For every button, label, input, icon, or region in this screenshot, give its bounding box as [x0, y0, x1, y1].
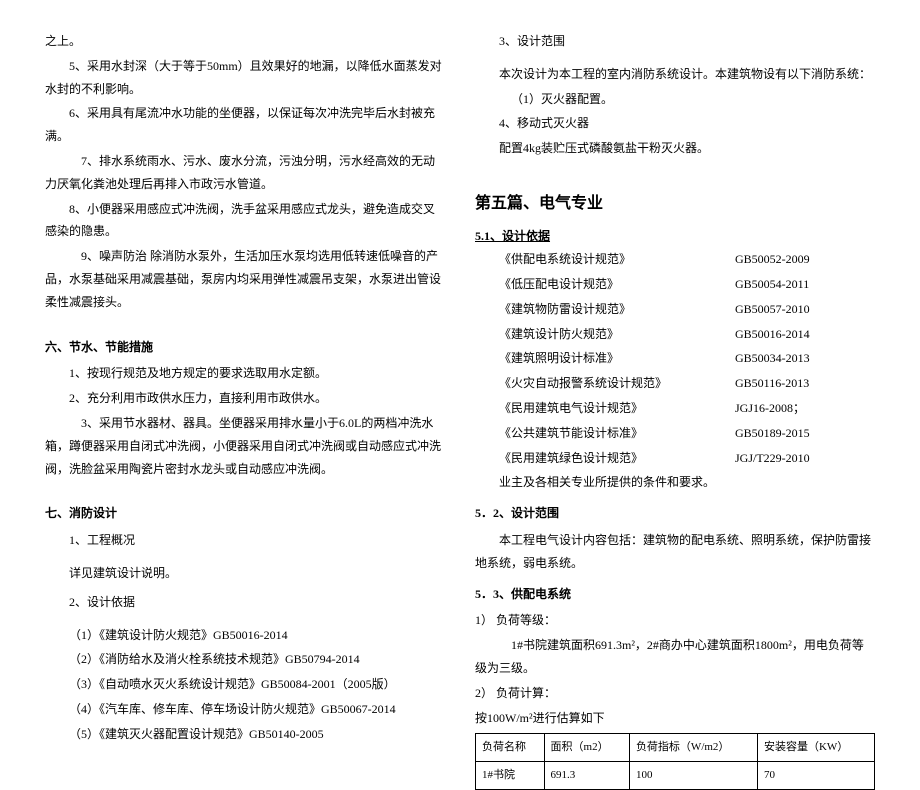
spec-row: 《低压配电设计规范》 GB50054-2011 [475, 273, 875, 296]
table-header: 面积（m2） [544, 734, 629, 762]
spec-line: （2）《消防给水及消火栓系统技术规范》GB50794-2014 [45, 648, 445, 671]
text-line: 5、采用水封深（大于等于50mm）且效果好的地漏，以降低水面蒸发对水封的不利影响… [45, 55, 445, 101]
spec-line: （3）《自动喷水灭火系统设计规范》GB50084-2001（2005版） [45, 673, 445, 696]
table-header: 负荷名称 [476, 734, 545, 762]
spec-name: 《火灾自动报警系统设计规范》 [475, 372, 735, 395]
spec-name: 《建筑设计防火规范》 [475, 323, 735, 346]
spec-name: 《民用建筑绿色设计规范》 [475, 447, 735, 470]
text-line: （1）灭火器配置。 [475, 88, 875, 111]
spec-row: 《民用建筑绿色设计规范》 JGJ/T229-2010 [475, 447, 875, 470]
spec-row: 《供配电系统设计规范》 GB50052-2009 [475, 248, 875, 271]
table-header-row: 负荷名称 面积（m2） 负荷指标（W/m2） 安装容量（KW） [476, 734, 875, 762]
spec-code: GB50054-2011 [735, 273, 875, 296]
table-row: 1#书院 691.3 100 70 [476, 762, 875, 790]
text-line: 8、小便器采用感应式冲洗阀，洗手盆采用感应式龙头，避免造成交叉感染的隐患。 [45, 198, 445, 244]
text-line: 1#书院建筑面积691.3m²，2#商办中心建筑面积1800m²，用电负荷等级为… [475, 634, 875, 680]
section-7-title: 七、消防设计 [45, 502, 445, 525]
text-line: 之上。 [45, 30, 445, 53]
spec-code: JGJ/T229-2010 [735, 447, 875, 470]
spec-row: 《建筑物防雷设计规范》 GB50057-2010 [475, 298, 875, 321]
spec-code: GB50034-2013 [735, 347, 875, 370]
spec-line: （1）《建筑设计防火规范》GB50016-2014 [45, 624, 445, 647]
spec-row: 《公共建筑节能设计标准》 GB50189-2015 [475, 422, 875, 445]
text-line: 业主及各相关专业所提供的条件和要求。 [475, 471, 875, 494]
text-span: 7、排水系统雨水、污水、废水分流，污浊分明，污水经高效的无动力厌氧化粪池处理后再… [45, 154, 435, 191]
spec-name: 《民用建筑电气设计规范》 [475, 397, 735, 420]
spec-row: 《建筑照明设计标准》 GB50034-2013 [475, 347, 875, 370]
text-line: 1、工程概况 [45, 529, 445, 552]
table-cell: 70 [757, 762, 874, 790]
text-line: 本工程电气设计内容包括：建筑物的配电系统、照明系统，保护防雷接地系统，弱电系统。 [475, 529, 875, 575]
section-5-1-title: 5.1、设计依据 [475, 225, 875, 248]
spec-code: GB50016-2014 [735, 323, 875, 346]
spec-name: 《建筑照明设计标准》 [475, 347, 735, 370]
spec-name: 《供配电系统设计规范》 [475, 248, 735, 271]
text-line: 1、按现行规范及地方规定的要求选取用水定额。 [45, 362, 445, 385]
text-line: 详见建筑设计说明。 [45, 562, 445, 585]
spec-code: GB50189-2015 [735, 422, 875, 445]
spec-name: 《公共建筑节能设计标准》 [475, 422, 735, 445]
left-column: 之上。 5、采用水封深（大于等于50mm）且效果好的地漏，以降低水面蒸发对水封的… [20, 30, 460, 704]
text-line: 配置4kg装贮压式磷酸氨盐干粉灭火器。 [475, 137, 875, 160]
spec-code: JGJ16-2008； [735, 397, 875, 420]
table-header: 安装容量（KW） [757, 734, 874, 762]
spec-code: GB50052-2009 [735, 248, 875, 271]
chapter-5-title: 第五篇、电气专业 [475, 189, 875, 219]
text-line: 4、移动式灭火器 [475, 112, 875, 135]
table-cell: 1#书院 [476, 762, 545, 790]
text-line: 3、设计范围 [475, 30, 875, 53]
table-cell: 691.3 [544, 762, 629, 790]
load-table: 负荷名称 面积（m2） 负荷指标（W/m2） 安装容量（KW） 1#书院 691… [475, 733, 875, 790]
spec-code: GB50057-2010 [735, 298, 875, 321]
text-line: 本次设计为本工程的室内消防系统设计。本建筑物设有以下消防系统： [475, 63, 875, 86]
spec-row: 《火灾自动报警系统设计规范》 GB50116-2013 [475, 372, 875, 395]
text-line: 2、设计依据 [45, 591, 445, 614]
text-span: 3、采用节水器材、器具。坐便器采用排水量小于6.0L的两档冲洗水箱，蹲便器采用自… [45, 416, 441, 476]
spec-line: （5）《建筑灭火器配置设计规范》GB50140-2005 [45, 723, 445, 746]
spec-line: （4）《汽车库、修车库、停车场设计防火规范》GB50067-2014 [45, 698, 445, 721]
section-6-title: 六、节水、节能措施 [45, 336, 445, 359]
table-header: 负荷指标（W/m2） [629, 734, 757, 762]
section-5-2-title: 5．2、设计范围 [475, 502, 875, 525]
right-column: 3、设计范围 本次设计为本工程的室内消防系统设计。本建筑物设有以下消防系统： （… [460, 30, 900, 704]
text-line: 2、充分利用市政供水压力，直接利用市政供水。 [45, 387, 445, 410]
text-span: 9、噪声防治 除消防水泵外，生活加压水泵均选用低转速低噪音的产品，水泵基础采用减… [45, 249, 441, 309]
spec-name: 《建筑物防雷设计规范》 [475, 298, 735, 321]
text-line: 7、排水系统雨水、污水、废水分流，污浊分明，污水经高效的无动力厌氧化粪池处理后再… [45, 150, 445, 196]
text-line: 6、采用具有尾流冲水功能的坐便器，以保证每次冲洗完毕后水封被充满。 [45, 102, 445, 148]
table-cell: 100 [629, 762, 757, 790]
text-line: 9、噪声防治 除消防水泵外，生活加压水泵均选用低转速低噪音的产品，水泵基础采用减… [45, 245, 445, 313]
text-line: 3、采用节水器材、器具。坐便器采用排水量小于6.0L的两档冲洗水箱，蹲便器采用自… [45, 412, 445, 480]
spec-row: 《民用建筑电气设计规范》 JGJ16-2008； [475, 397, 875, 420]
spec-code: GB50116-2013 [735, 372, 875, 395]
spec-row: 《建筑设计防火规范》 GB50016-2014 [475, 323, 875, 346]
text-line: 2） 负荷计算： [475, 682, 875, 705]
text-line: 1） 负荷等级： [475, 609, 875, 632]
spec-name: 《低压配电设计规范》 [475, 273, 735, 296]
section-5-3-title: 5．3、供配电系统 [475, 583, 875, 606]
text-line: 按100W/m²进行估算如下 [475, 707, 875, 730]
